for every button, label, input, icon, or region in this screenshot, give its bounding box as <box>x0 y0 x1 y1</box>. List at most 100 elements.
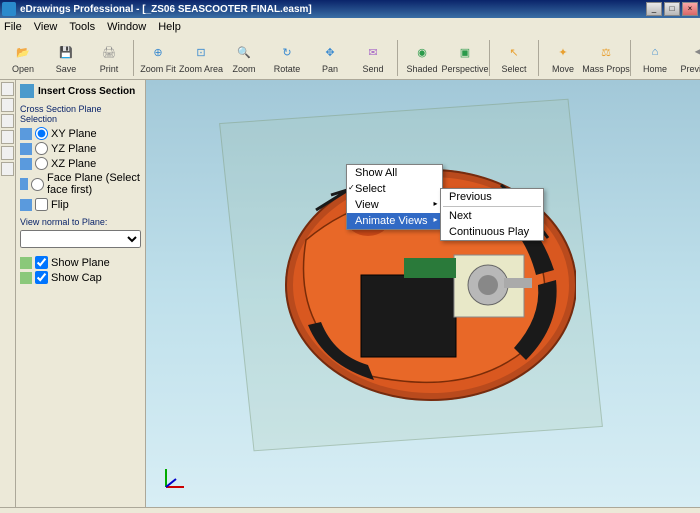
app-icon <box>2 2 16 16</box>
vtool-5[interactable] <box>1 146 14 160</box>
context-submenu: Previous Next Continuous Play <box>440 188 544 241</box>
tool-icon: ◄ <box>687 41 700 63</box>
axis-triad-icon <box>160 465 188 493</box>
plane-icon <box>20 128 32 140</box>
tool-icon: ✉ <box>362 41 384 63</box>
tool-label: Mass Props <box>582 64 630 74</box>
sub-next[interactable]: Next <box>441 208 543 224</box>
plane-label: XZ Plane <box>51 158 96 170</box>
vtool-4[interactable] <box>1 130 14 144</box>
tool-label: Zoom Area <box>179 64 223 74</box>
tool-zoom-fit[interactable]: ⊕Zoom Fit <box>137 39 179 76</box>
ctx-view[interactable]: View▸ <box>347 197 442 213</box>
tool-icon: 🔍 <box>233 41 255 63</box>
tool-perspective[interactable]: ▣Perspective <box>444 39 486 76</box>
vtool-1[interactable] <box>1 82 14 96</box>
menu-window[interactable]: Window <box>107 21 146 33</box>
ctx-animate-views[interactable]: Animate Views▸ <box>347 213 442 229</box>
minimize-button[interactable]: _ <box>646 2 662 16</box>
flip-label: Flip <box>51 199 69 211</box>
panel-icon <box>20 84 34 98</box>
tool-pan[interactable]: ✥Pan <box>309 39 351 76</box>
vtool-2[interactable] <box>1 98 14 112</box>
tool-shaded[interactable]: ◉Shaded <box>401 39 443 76</box>
section-head-normal: View normal to Plane: <box>20 217 141 227</box>
context-menu: Show All ✓Select View▸ Animate Views▸ <box>346 164 443 230</box>
tool-zoom[interactable]: 🔍Zoom <box>223 39 265 76</box>
tool-save[interactable]: 💾Save <box>45 39 87 76</box>
ctx-select[interactable]: ✓Select <box>347 181 442 197</box>
plane-radio-3[interactable] <box>31 178 44 191</box>
plane-radio-1[interactable] <box>35 142 48 155</box>
vtool-3[interactable] <box>1 114 14 128</box>
tool-zoom-area[interactable]: ⊡Zoom Area <box>180 39 222 76</box>
tool-open[interactable]: 📂Open <box>2 39 44 76</box>
tool-icon: 🖨 <box>98 41 120 63</box>
tool-home[interactable]: ⌂Home <box>634 39 676 76</box>
plane-label: YZ Plane <box>51 143 96 155</box>
tool-label: Open <box>12 64 34 74</box>
flip-icon <box>20 199 32 211</box>
menu-tools[interactable]: Tools <box>69 21 95 33</box>
plane-icon <box>20 178 28 190</box>
plane-icon <box>20 143 32 155</box>
showplane-checkbox[interactable] <box>35 256 48 269</box>
plane-radio-0[interactable] <box>35 127 48 140</box>
menu-view[interactable]: View <box>34 21 58 33</box>
tool-select[interactable]: ↖Select <box>493 39 535 76</box>
menu-file[interactable]: File <box>4 21 22 33</box>
tool-label: Print <box>100 64 119 74</box>
flip-checkbox[interactable] <box>35 198 48 211</box>
showplane-label: Show Plane <box>51 257 110 269</box>
plane-label: XY Plane <box>51 128 97 140</box>
tool-previous[interactable]: ◄Previous <box>677 39 700 76</box>
side-panel: Insert Cross Section Cross Section Plane… <box>16 80 146 507</box>
menu-help[interactable]: Help <box>158 21 181 33</box>
tool-rotate[interactable]: ↻Rotate <box>266 39 308 76</box>
main-toolbar: 📂Open💾Save🖨Print⊕Zoom Fit⊡Zoom Area🔍Zoom… <box>0 36 700 80</box>
tool-label: Select <box>501 64 526 74</box>
tool-print[interactable]: 🖨Print <box>88 39 130 76</box>
tool-label: Shaded <box>406 64 437 74</box>
title-bar: eDrawings Professional - [_ZS06 SEASCOOT… <box>0 0 700 18</box>
tool-icon: 📂 <box>12 41 34 63</box>
window-title: eDrawings Professional - [_ZS06 SEASCOOT… <box>20 4 646 15</box>
tool-label: Pan <box>322 64 338 74</box>
tool-label: Previous <box>680 64 700 74</box>
tool-icon: ✥ <box>319 41 341 63</box>
tool-icon: 💾 <box>55 41 77 63</box>
menu-bar: File View Tools Window Help <box>0 18 700 36</box>
tool-send[interactable]: ✉Send <box>352 39 394 76</box>
tool-label: Zoom <box>232 64 255 74</box>
vertical-toolbar <box>0 80 16 507</box>
tool-icon: ↻ <box>276 41 298 63</box>
viewport-3d[interactable]: Show All ✓Select View▸ Animate Views▸ Pr… <box>146 80 700 507</box>
ctx-show-all[interactable]: Show All <box>347 165 442 181</box>
vtool-6[interactable] <box>1 162 14 176</box>
tool-label: Move <box>552 64 574 74</box>
view-normal-select[interactable] <box>20 230 141 248</box>
tool-icon: ▣ <box>454 41 476 63</box>
sub-continuous[interactable]: Continuous Play <box>441 224 543 240</box>
showcap-checkbox[interactable] <box>35 271 48 284</box>
tool-icon: ⌂ <box>644 41 666 63</box>
tool-mass-props[interactable]: ⚖Mass Props <box>585 39 627 76</box>
showcap-icon <box>20 272 32 284</box>
tool-icon: ⚖ <box>595 41 617 63</box>
tool-icon: ◉ <box>411 41 433 63</box>
showcap-label: Show Cap <box>51 272 102 284</box>
section-head-planes: Cross Section Plane Selection <box>20 104 141 124</box>
panel-title: Insert Cross Section <box>38 86 135 97</box>
tool-icon: ✦ <box>552 41 574 63</box>
sub-previous[interactable]: Previous <box>441 189 543 205</box>
maximize-button[interactable]: □ <box>664 2 680 16</box>
tool-icon: ⊕ <box>147 41 169 63</box>
close-button[interactable]: × <box>682 2 698 16</box>
tool-icon: ↖ <box>503 41 525 63</box>
tool-label: Rotate <box>274 64 301 74</box>
plane-radio-2[interactable] <box>35 157 48 170</box>
tool-label: Save <box>56 64 77 74</box>
tool-label: Perspective <box>441 64 488 74</box>
plane-icon <box>20 158 32 170</box>
tool-move[interactable]: ✦Move <box>542 39 584 76</box>
